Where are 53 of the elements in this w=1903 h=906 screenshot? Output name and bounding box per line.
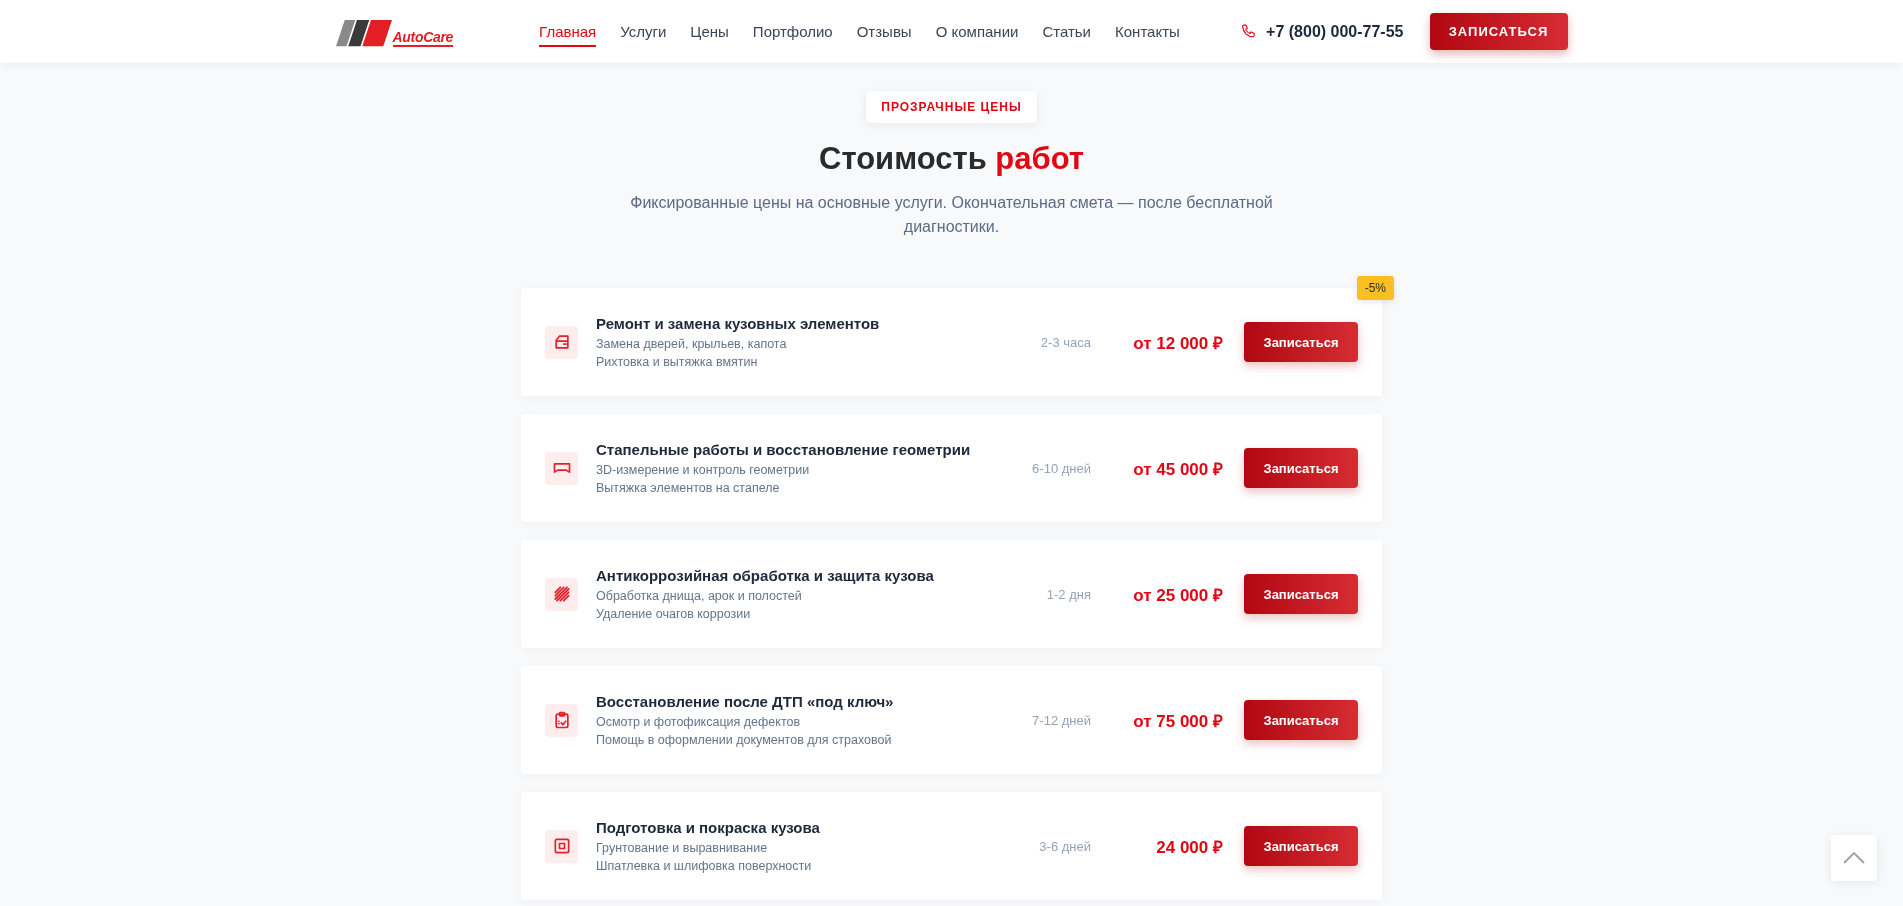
nav-link[interactable]: О компании <box>935 16 1019 47</box>
service-price: от 45 000 ₽ <box>1132 458 1223 480</box>
service-detail: Грунтование и выравнивание <box>596 839 768 857</box>
service-detail: Шпатлевка и шлифовка поверхности <box>596 857 812 875</box>
car-door-icon <box>545 325 578 359</box>
service-duration: 7-12 дней <box>1032 712 1091 728</box>
service-duration: 1-2 дня <box>1046 586 1091 602</box>
section-tag: ПРОЗРАЧНЫЕ ЦЕНЫ <box>866 91 1037 123</box>
service-duration: 3-6 дней <box>1039 838 1091 854</box>
service-title: Антикоррозийная обработка и защита кузова <box>596 565 934 586</box>
book-button[interactable]: Записаться <box>1244 448 1358 488</box>
phone-icon <box>1240 23 1258 40</box>
service-price: от 25 000 ₽ <box>1132 584 1223 606</box>
service-duration: 2-3 часа <box>1040 334 1091 350</box>
service-detail: Рихтовка и вытяжка вмятин <box>596 353 758 371</box>
book-button[interactable]: Записаться <box>1244 700 1358 740</box>
service-detail: Удаление очагов коррозии <box>596 605 751 623</box>
phone-number[interactable]: +7 (800) 000-77-55 <box>1266 22 1404 41</box>
logo-stripes-icon[interactable] <box>335 18 392 47</box>
nested-squares-icon <box>545 829 578 863</box>
nav-link[interactable]: Отзывы <box>856 16 912 47</box>
service-detail: Осмотр и фотофиксация дефектов <box>596 713 801 731</box>
section-subtitle: Фиксированные цены на основные услуги. Окончательная смета — после бесплатной диагностики. <box>629 193 1274 237</box>
nav-link[interactable]: Статьи <box>1042 16 1091 47</box>
service-detail: Вытяжка элементов на стапеле <box>596 479 780 497</box>
clipboard-check-icon <box>545 703 578 737</box>
book-button[interactable]: Записаться <box>1244 826 1358 866</box>
service-detail: 3D-измерение и контроль геометрии <box>596 461 810 479</box>
service-duration: 6-10 дней <box>1032 460 1091 476</box>
service-detail: Замена дверей, крыльев, капота <box>596 335 787 353</box>
logo-text[interactable]: AutoCare <box>392 29 454 47</box>
service-detail: Обработка днища, арок и полостей <box>596 587 802 605</box>
discount-badge: -5% <box>1356 276 1394 300</box>
service-price: от 12 000 ₽ <box>1132 332 1223 354</box>
service-price: 24 000 ₽ <box>1155 836 1223 858</box>
diagonal-stripes-icon <box>545 577 578 611</box>
nav-link[interactable]: Главная <box>539 16 597 47</box>
signup-button[interactable]: ЗАПИСАТЬСЯ <box>1429 13 1568 50</box>
nav-link[interactable]: Портфолио <box>752 16 833 47</box>
nav-link[interactable]: Контакты <box>1115 16 1180 47</box>
book-button[interactable]: Записаться <box>1244 322 1358 362</box>
nav-link[interactable]: Цены <box>690 16 729 47</box>
service-price: от 75 000 ₽ <box>1132 710 1223 732</box>
service-detail: Помощь в оформлении документов для страховой <box>596 731 892 749</box>
section-title: Стоимость работ <box>819 140 1084 178</box>
service-title: Подготовка и покраска кузова <box>596 817 820 838</box>
frame-icon <box>545 451 578 485</box>
service-title: Стапельные работы и восстановление геометрии <box>596 439 971 460</box>
service-title: Ремонт и замена кузовных элементов <box>596 313 880 334</box>
service-title: Восстановление после ДТП «под ключ» <box>596 691 894 712</box>
nav-link[interactable]: Услуги <box>620 16 667 47</box>
book-button[interactable]: Записаться <box>1244 574 1358 614</box>
chevron-up-icon <box>1843 852 1865 864</box>
